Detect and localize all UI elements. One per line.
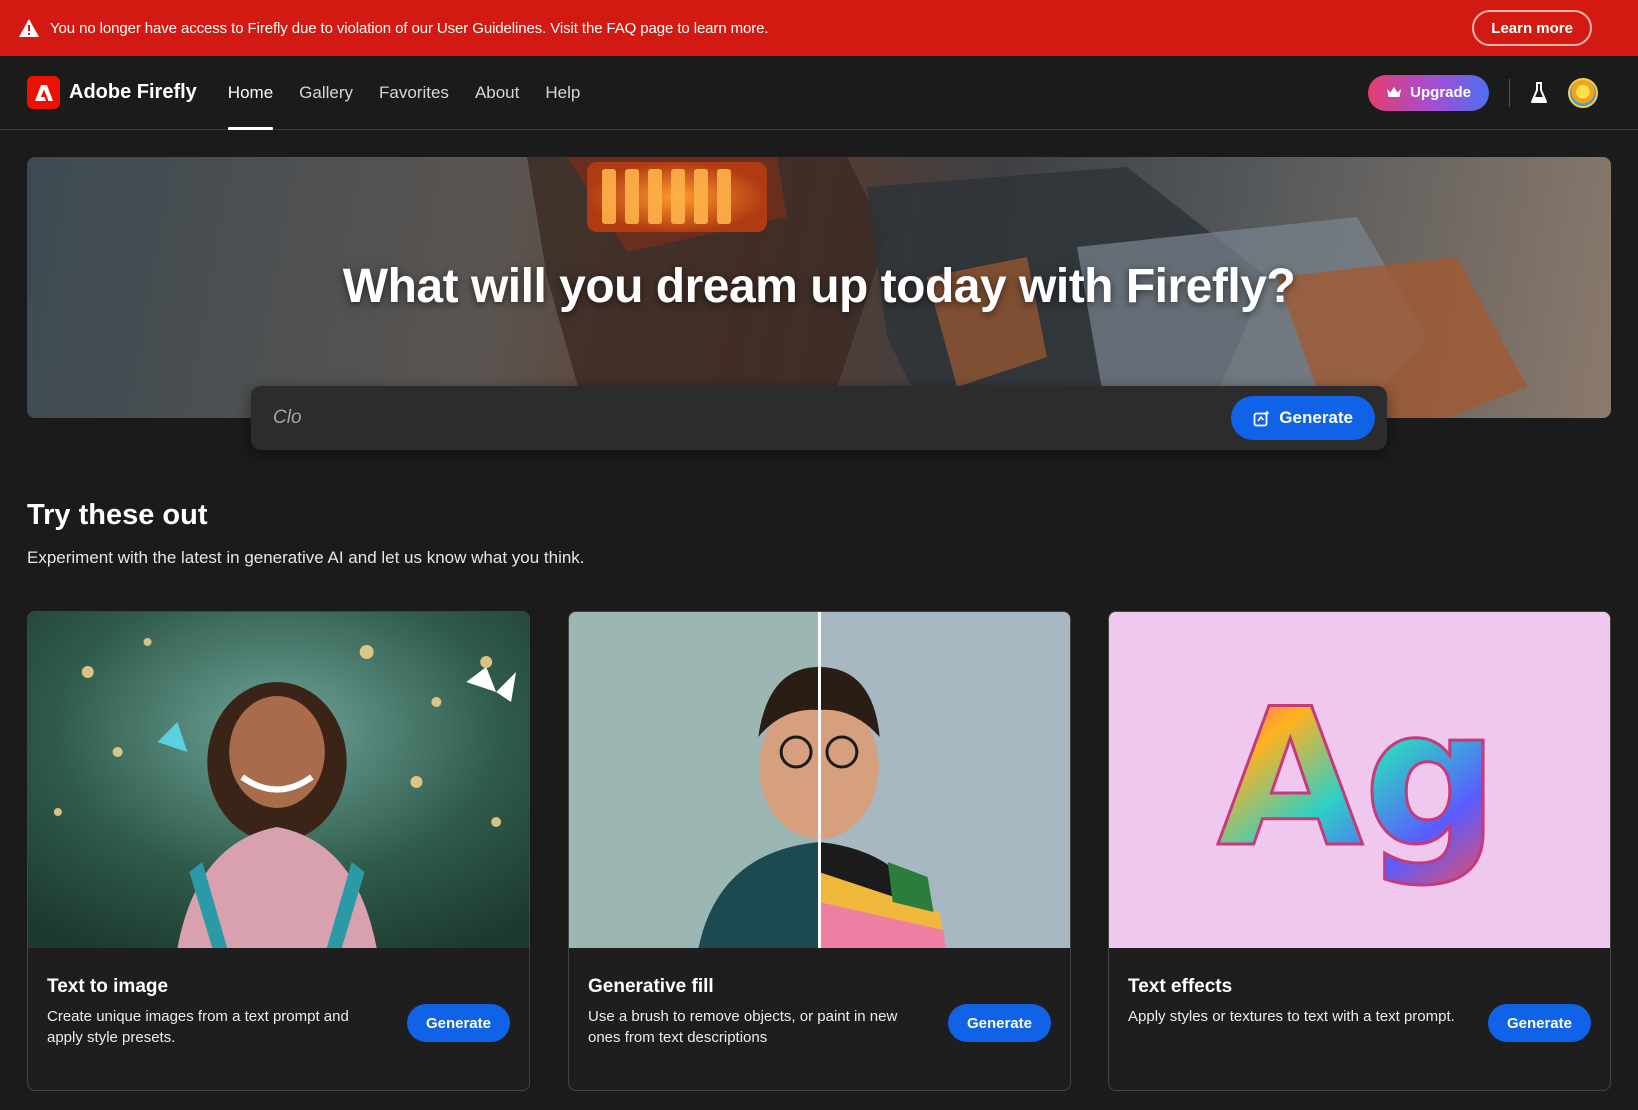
generate-icon [1253, 410, 1271, 427]
adobe-logo-icon [27, 76, 60, 109]
brand-name: Adobe Firefly [69, 81, 197, 103]
nav-actions: Upgrade [1368, 74, 1598, 111]
main-nav: Home Gallery Favorites About Help [215, 56, 594, 130]
text-effects-preview: Ag [1109, 612, 1610, 948]
hero-title: What will you dream up today with Firefl… [342, 260, 1296, 313]
card-title: Text effects [1128, 976, 1233, 997]
prompt-input[interactable] [273, 407, 1232, 429]
generative-fill-preview [569, 612, 1070, 948]
violation-alert-banner: You no longer have access to Firefly due… [0, 0, 1638, 56]
nav-divider [1509, 78, 1510, 107]
flask-icon[interactable] [1526, 80, 1552, 106]
learn-more-button[interactable]: Learn more [1472, 10, 1592, 46]
nav-favorites[interactable]: Favorites [366, 56, 462, 130]
card-description: Use a brush to remove objects, or paint … [588, 1008, 898, 1046]
text-effects-generate-button[interactable]: Generate [1487, 1004, 1591, 1042]
nav-home[interactable]: Home [215, 56, 286, 130]
hero-banner: What will you dream up today with Firefl… [27, 157, 1611, 418]
section-subtitle: Experiment with the latest in generative… [27, 548, 585, 567]
card-description: Create unique images from a text prompt … [47, 1008, 349, 1046]
upgrade-label: Upgrade [1410, 84, 1471, 101]
nav-help[interactable]: Help [532, 56, 593, 130]
text-to-image-generate-button[interactable]: Generate [406, 1004, 510, 1042]
crown-icon [1387, 87, 1402, 97]
prompt-bar: Generate [251, 386, 1387, 450]
avatar[interactable] [1568, 77, 1598, 108]
card-description: Apply styles or textures to text with a … [1128, 1008, 1455, 1025]
alert-message: You no longer have access to Firefly due… [50, 19, 769, 37]
card-title: Text to image [47, 976, 169, 997]
section-title: Try these out [27, 499, 208, 531]
hero-generate-label: Generate [1279, 408, 1353, 427]
nav-about[interactable]: About [462, 56, 532, 130]
text-effects-sample: Ag [1217, 668, 1499, 889]
text-to-image-preview [28, 612, 529, 948]
generative-fill-generate-button[interactable]: Generate [947, 1004, 1051, 1042]
card-text-to-image[interactable]: Text to image Create unique images from … [27, 611, 530, 1091]
upgrade-button[interactable]: Upgrade [1368, 74, 1489, 111]
card-text-effects[interactable]: Ag Text effects Apply styles or textures… [1108, 611, 1611, 1091]
brand[interactable]: Adobe Firefly [27, 76, 197, 109]
card-generative-fill[interactable]: Generative fill Use a brush to remove ob… [568, 611, 1071, 1091]
hero-generate-button[interactable]: Generate [1231, 396, 1375, 440]
top-navigation: Adobe Firefly Home Gallery Favorites Abo… [0, 56, 1638, 130]
nav-gallery[interactable]: Gallery [286, 56, 366, 130]
warning-icon [19, 19, 39, 37]
card-title: Generative fill [588, 976, 714, 997]
